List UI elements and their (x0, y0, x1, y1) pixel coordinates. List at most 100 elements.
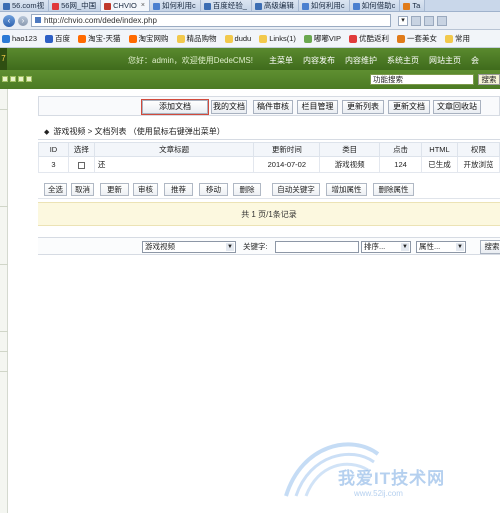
approve-button[interactable]: 审核 (133, 183, 158, 196)
col-id: ID (38, 142, 69, 157)
chevron-down-icon: ▼ (401, 243, 409, 251)
recycle-bin-button[interactable]: 文章回收站 (433, 100, 481, 114)
tab-favicon-icon (203, 2, 211, 10)
browser-tab[interactable]: 如何利用c (149, 0, 201, 11)
cms-menu-item[interactable]: 内容维护 (345, 55, 377, 66)
browser-tab[interactable]: 如何利用c (298, 0, 350, 11)
add-document-button[interactable]: 添加文档 (141, 99, 209, 115)
row-clicks: 124 (379, 156, 423, 173)
move-button[interactable]: 移动 (199, 183, 228, 196)
refresh-icon[interactable] (424, 15, 434, 26)
update-document-button[interactable]: 更新文档 (388, 100, 430, 114)
function-search-button[interactable]: 搜索 (478, 74, 500, 85)
update-list-button[interactable]: 更新列表 (342, 100, 384, 114)
layout-icon[interactable] (26, 76, 32, 82)
favorite-icon (2, 34, 10, 43)
row-title[interactable]: 还 (93, 156, 255, 173)
row-permission: 开放浏览 (456, 156, 500, 173)
browser-tab[interactable]: 高级编辑 (251, 0, 299, 11)
tab-label: 如何借助c (361, 1, 396, 10)
keyword-input[interactable] (275, 241, 359, 253)
favorite-label: dudu (234, 34, 252, 43)
favorite-icon (397, 34, 405, 43)
deselect-button[interactable]: 取消 (71, 183, 94, 196)
cms-menu-item[interactable]: 会 (471, 55, 479, 66)
review-button[interactable]: 稿件审核 (253, 100, 293, 114)
url-input[interactable]: http://chvio.com/dede/index.php (31, 14, 391, 27)
favorite-icon (349, 34, 357, 43)
close-icon[interactable]: × (141, 0, 145, 11)
browser-tab[interactable]: 56网_中国 (49, 0, 102, 11)
browser-tab[interactable]: CHVIO × (101, 0, 150, 11)
favorite-label: Links(1) (269, 34, 296, 43)
favorite-link[interactable]: 一套美女 (397, 33, 437, 44)
bulk-actions: 全选 取消 更新 审核 推荐 移动 删除 自动关键字 增加属性 删除属性 (38, 179, 500, 199)
diamond-icon: ◆ (44, 129, 50, 136)
sort-select[interactable]: 排序... ▼ (361, 241, 411, 253)
my-documents-button[interactable]: 我的文档 (211, 100, 247, 114)
layout-icon[interactable] (18, 76, 24, 82)
back-icon[interactable]: ‹ (3, 14, 15, 27)
url-text: http://chvio.com/dede/index.php (44, 16, 157, 25)
add-attribute-button[interactable]: 增加属性 (326, 183, 367, 196)
row-category[interactable]: 游戏视频 (319, 156, 381, 173)
cms-menu-item[interactable]: 系统主页 (387, 55, 419, 66)
sidebar-divider (0, 351, 8, 352)
favorite-link[interactable]: 常用 (445, 33, 470, 44)
favorite-link[interactable]: dudu (224, 34, 252, 43)
watermark-url: www.52ij.com (354, 489, 403, 498)
favorite-link[interactable]: 淘宝-天猫 (78, 33, 121, 44)
favorite-link[interactable]: 淘宝网购 (128, 33, 169, 44)
favorite-icon (176, 34, 185, 43)
favorite-link[interactable]: Links(1) (259, 34, 296, 43)
compat-icon[interactable] (411, 15, 421, 26)
favorite-link[interactable]: 精品购物 (176, 33, 217, 44)
stop-icon[interactable] (437, 15, 447, 26)
update-button[interactable]: 更新 (100, 183, 129, 196)
favorite-link[interactable]: hao123 (2, 34, 37, 43)
favorite-link[interactable]: 优酷返利 (349, 33, 389, 44)
table-row[interactable]: 3 还 2014-07-02 游戏视频 124 已生成 开放浏览 (38, 156, 500, 173)
favorite-label: hao123 (12, 34, 38, 43)
search-button[interactable]: 搜索 (480, 240, 500, 254)
favorite-link[interactable]: 百度 (45, 33, 70, 44)
row-select-cell (67, 156, 95, 173)
layout-icon[interactable] (10, 76, 16, 82)
sidebar-divider (0, 264, 8, 265)
remove-attribute-button[interactable]: 删除属性 (373, 183, 414, 196)
forward-icon[interactable]: › (18, 15, 28, 26)
layout-icon[interactable] (2, 76, 8, 82)
tab-favicon-icon (254, 2, 262, 10)
tab-label: 高级编辑 (263, 1, 294, 10)
select-all-button[interactable]: 全选 (44, 183, 67, 196)
cms-menu-item[interactable]: 主菜单 (269, 55, 293, 66)
col-permission: 权限 (456, 142, 500, 157)
tab-favicon-icon (104, 2, 112, 10)
category-manage-button[interactable]: 栏目管理 (297, 100, 338, 114)
favorite-label: 百度 (55, 34, 71, 43)
table-header-row: ID 选择 文章标题 更新时间 类目 点击 HTML 权限 (38, 142, 500, 157)
dropdown-icon[interactable]: ▾ (398, 15, 408, 26)
row-checkbox[interactable] (77, 161, 85, 169)
browser-tab[interactable]: 百度经验_ (200, 0, 252, 11)
browser-tab[interactable]: 56.com视 (0, 0, 50, 11)
favorite-label: 淘宝-天猫 (88, 34, 121, 43)
category-select[interactable]: 游戏视频 ▼ (142, 241, 236, 253)
breadcrumb-text: 游戏视频 > 文档列表 （使用鼠标右键弹出菜单） (53, 127, 225, 136)
browser-tab[interactable]: 如何借助c (349, 0, 401, 11)
document-toolbar: 添加文档 我的文档 稿件审核 栏目管理 更新列表 更新文档 文章回收站 (38, 96, 500, 116)
function-search-input[interactable]: 功能搜索 (370, 74, 474, 85)
attribute-select[interactable]: 属性... ▼ (416, 241, 466, 253)
recommend-button[interactable]: 推荐 (164, 183, 193, 196)
pagination: 共 1 页/1条记录 (38, 202, 500, 226)
tab-favicon-icon (301, 2, 309, 10)
browser-tab[interactable]: Ta (400, 0, 426, 11)
sidebar-divider (0, 109, 8, 110)
cms-menu-item[interactable]: 内容发布 (303, 55, 335, 66)
delete-button[interactable]: 删除 (233, 183, 261, 196)
tab-favicon-icon (403, 2, 411, 10)
favorite-link[interactable]: 嘟嘟VIP (303, 33, 341, 44)
auto-keyword-button[interactable]: 自动关键字 (272, 183, 320, 196)
cms-menu-item[interactable]: 网站主页 (429, 55, 461, 66)
favorite-label: 淘宝网购 (138, 34, 169, 43)
